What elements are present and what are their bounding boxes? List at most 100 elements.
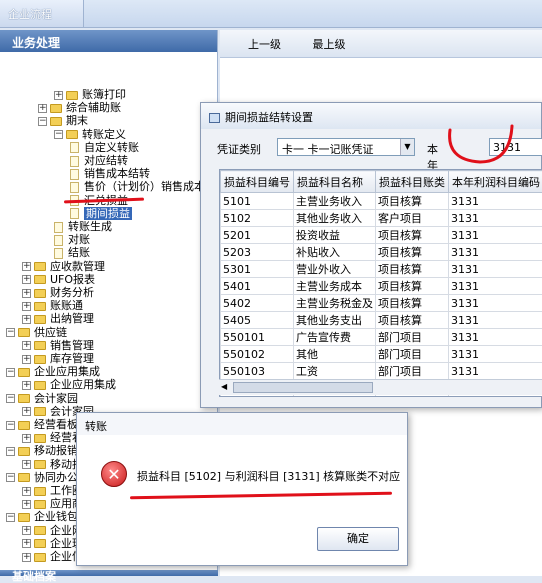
expand-icon[interactable]: +	[22, 460, 31, 469]
table-cell[interactable]: 5301	[221, 261, 294, 278]
table-row[interactable]	[221, 397, 542, 398]
table-row[interactable]: 5201投资收益项目核算3131本年	[221, 227, 542, 244]
chevron-down-icon[interactable]: ▼	[400, 139, 414, 155]
table-cell[interactable]: 3131	[449, 312, 542, 329]
expand-icon[interactable]: +	[22, 500, 31, 509]
table-cell[interactable]	[376, 397, 449, 398]
table-cell[interactable]: 部门项目	[376, 346, 449, 363]
expand-icon[interactable]: +	[22, 302, 31, 311]
up-level-button[interactable]: 上一级	[248, 36, 281, 52]
tree-item[interactable]: −经营看板	[6, 418, 78, 431]
expand-icon[interactable]: +	[22, 262, 31, 271]
tree-item[interactable]: +UFO报表	[22, 273, 95, 286]
table-cell[interactable]: 3131	[449, 363, 542, 380]
table-cell[interactable]: 3131	[449, 210, 542, 227]
tree-item[interactable]: 销售成本结转	[70, 167, 150, 180]
table-cell[interactable]: 5405	[221, 312, 294, 329]
expand-icon[interactable]: +	[22, 434, 31, 443]
table-cell[interactable]: 广告宣传费	[294, 329, 376, 346]
dialog-titlebar[interactable]: 转账	[77, 413, 407, 435]
table-cell[interactable]: 部门项目	[376, 363, 449, 380]
collapse-icon[interactable]: −	[6, 473, 15, 482]
tree-item[interactable]: −转账定义	[54, 128, 126, 141]
expand-icon[interactable]: +	[38, 104, 47, 113]
expand-icon[interactable]: +	[22, 407, 31, 416]
tree-item[interactable]: +账账通	[22, 299, 83, 312]
table-cell[interactable]: 3131	[449, 295, 542, 312]
table-cell[interactable]: 3131	[449, 346, 542, 363]
collapse-icon[interactable]: −	[6, 513, 15, 522]
collapse-icon[interactable]: −	[6, 394, 15, 403]
tree-item[interactable]: +企业网	[22, 524, 83, 537]
column-header[interactable]: 损益科目账类	[376, 171, 449, 193]
tree-item[interactable]: +移动报	[22, 458, 83, 471]
tree-item[interactable]: −供应链	[6, 326, 67, 339]
table-cell[interactable]: 主营业务税金及	[294, 295, 376, 312]
table-cell[interactable]: 工资	[294, 363, 376, 380]
table-cell[interactable]: 550103	[221, 363, 294, 380]
table-cell[interactable]: 5101	[221, 193, 294, 210]
table-cell[interactable]: 营业外收入	[294, 261, 376, 278]
table-row[interactable]: 5102其他业务收入客户项目3131本年	[221, 210, 542, 227]
table-cell[interactable]: 5203	[221, 244, 294, 261]
top-level-button[interactable]: 最上级	[313, 36, 346, 52]
tree-item[interactable]: −会计家园	[6, 392, 78, 405]
collapse-icon[interactable]: −	[6, 328, 15, 337]
table-row[interactable]: 5401主营业务成本项目核算3131本年	[221, 278, 542, 295]
expand-icon[interactable]: +	[22, 487, 31, 496]
table-cell[interactable]: 投资收益	[294, 227, 376, 244]
collapse-icon[interactable]: −	[6, 368, 15, 377]
collapse-icon[interactable]: −	[6, 447, 15, 456]
tree-item[interactable]: +出纳管理	[22, 312, 94, 325]
column-header[interactable]: 本年利润科目编码	[449, 171, 542, 193]
tree-item[interactable]: +企业应用集成	[22, 378, 116, 391]
collapse-icon[interactable]: −	[38, 117, 47, 126]
tree-item[interactable]: 期间损益	[70, 207, 132, 220]
expand-icon[interactable]: +	[22, 539, 31, 548]
table-cell[interactable]: 其他业务收入	[294, 210, 376, 227]
ok-button[interactable]: 确定	[317, 527, 399, 551]
expand-icon[interactable]: +	[22, 275, 31, 284]
table-cell[interactable]: 3131	[449, 244, 542, 261]
tree-item[interactable]: −期末	[38, 114, 88, 127]
scroll-left-icon[interactable]: ◀	[221, 382, 227, 391]
collapse-icon[interactable]: −	[54, 130, 63, 139]
table-cell[interactable]: 550101	[221, 329, 294, 346]
tree-item[interactable]: +应收款管理	[22, 260, 105, 273]
table-cell[interactable]: 项目核算	[376, 312, 449, 329]
tree-item[interactable]: −协同办公	[6, 471, 78, 484]
tree-item[interactable]: +工作圈	[22, 484, 83, 497]
table-row[interactable]: 550102其他部门项目3131本年	[221, 346, 542, 363]
table-row[interactable]: 550103工资部门项目3131本年	[221, 363, 542, 380]
tree-item[interactable]: +财务分析	[22, 286, 94, 299]
table-row[interactable]: 5405其他业务支出项目核算3131本年	[221, 312, 542, 329]
table-cell[interactable]: 3131	[449, 261, 542, 278]
expand-icon[interactable]: +	[22, 553, 31, 562]
tree-item[interactable]: +应用商	[22, 497, 83, 510]
tree-item[interactable]: +综合辅助账	[38, 101, 121, 114]
table-cell[interactable]: 补贴收入	[294, 244, 376, 261]
table-row[interactable]: 5101主营业务收入项目核算3131本年	[221, 193, 542, 210]
expand-icon[interactable]: +	[22, 381, 31, 390]
table-cell[interactable]: 项目核算	[376, 244, 449, 261]
tree-item[interactable]: +账簿打印	[54, 88, 126, 101]
tree-item[interactable]: 结账	[54, 246, 90, 259]
tree-item[interactable]: +库存管理	[22, 352, 94, 365]
table-row[interactable]: 550101广告宣传费部门项目3131本年	[221, 329, 542, 346]
tree-item[interactable]: 对账	[54, 233, 90, 246]
table-cell[interactable]: 其他业务支出	[294, 312, 376, 329]
tree-footer-item[interactable]: 基础档案	[12, 570, 56, 583]
expand-icon[interactable]: +	[22, 355, 31, 364]
table-cell[interactable]: 5102	[221, 210, 294, 227]
tab-business-flow[interactable]: 企业流程	[0, 0, 84, 27]
table-cell[interactable]	[449, 397, 542, 398]
tree-item[interactable]: 自定义转账	[70, 141, 139, 154]
expand-icon[interactable]: +	[22, 341, 31, 350]
collapse-icon[interactable]: −	[6, 421, 15, 430]
table-cell[interactable]: 3131	[449, 227, 542, 244]
tree-item[interactable]: +企业理	[22, 537, 83, 550]
column-header[interactable]: 损益科目编号	[221, 171, 294, 193]
table-row[interactable]: 5402主营业务税金及项目核算3131本年	[221, 295, 542, 312]
table-cell[interactable]: 客户项目	[376, 210, 449, 227]
table-cell[interactable]: 550102	[221, 346, 294, 363]
